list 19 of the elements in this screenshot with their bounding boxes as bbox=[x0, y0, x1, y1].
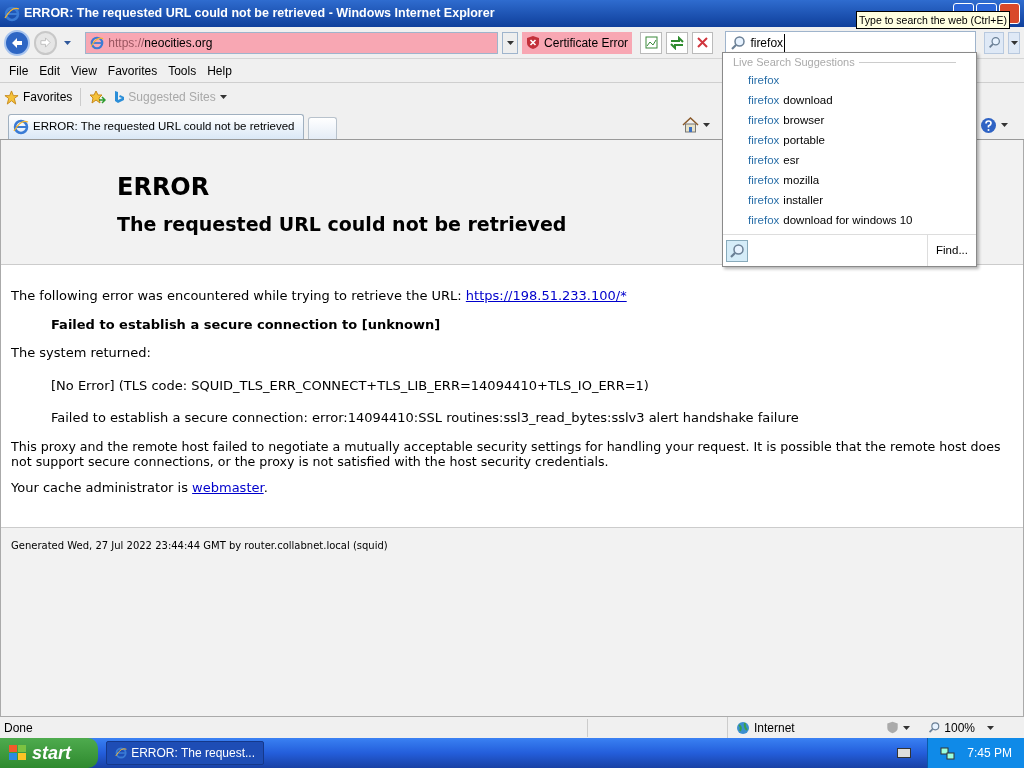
clock: 7:45 PM bbox=[967, 745, 1012, 762]
window-title: ERROR: The requested URL could not be retrieved - Windows Internet Explorer bbox=[24, 5, 495, 23]
system-returned-label: The system returned: bbox=[11, 344, 152, 362]
footer-text: Generated Wed, 27 Jul 2022 23:44:44 GMT by router.collabnet.local (squid) bbox=[10, 539, 389, 553]
zone-text: Internet bbox=[754, 719, 795, 737]
admin-text: Your cache administrator is webmaster. bbox=[11, 478, 269, 497]
error-intro: The following error was encountered while trying to retrieve the URL: https://198.51.233.100/* bbox=[11, 287, 628, 305]
search-tooltip: Type to search the web (Ctrl+E) bbox=[856, 11, 1010, 29]
error-subheading: The requested URL could not be retrieved bbox=[117, 214, 567, 234]
error-detail: [No Error] (TLS code: SQUID_TLS_ERR_CONNECT+TLS_LIB_ERR=14094410+TLS_IO_ERR=1) bbox=[50, 376, 650, 395]
suggestions-heading: Live Search Suggestions bbox=[733, 54, 855, 70]
period-text: . bbox=[263, 479, 268, 495]
search-text: firefox bbox=[750, 33, 786, 52]
error-detail: Failed to establish a secure connection: error:14094410:SSL routines:ssl3_read_bytes:sslv3 alert handshake failure bbox=[50, 409, 800, 427]
error-explanation: This proxy and the remote host failed to negotiate a mutually acceptable security settings for handling your request. It is possible that the remote host does not support secure connections, or the proxy is not satisfied with the host security credentials. bbox=[11, 437, 1002, 469]
url-text: https://neocities.org bbox=[108, 34, 213, 52]
error-heading: ERROR bbox=[117, 174, 210, 199]
error-message: Failed to establish a secure connection to [unknown] bbox=[50, 315, 442, 334]
status-text: Done bbox=[0, 718, 588, 737]
